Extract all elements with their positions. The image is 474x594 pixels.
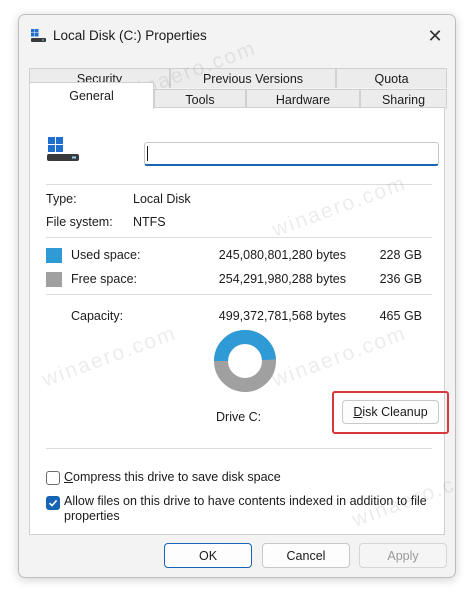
file-system-value: NTFS <box>133 215 166 229</box>
tab-label: Hardware <box>275 93 331 107</box>
capacity-label: Capacity: <box>71 309 124 323</box>
index-label-line1[interactable]: Allow files on this drive to have conten… <box>64 494 427 508</box>
ok-button[interactable]: OK <box>164 543 252 568</box>
tab-general[interactable]: General <box>29 82 154 109</box>
apply-button[interactable]: Apply <box>359 543 447 568</box>
drive-name-input[interactable] <box>144 142 439 166</box>
tab-quota[interactable]: Quota <box>336 68 447 88</box>
free-space-label: Free space: <box>71 272 138 286</box>
free-space-size: 236 GB <box>379 272 422 286</box>
compress-text: Compress this drive to save disk space <box>64 470 281 484</box>
general-panel: Type: Local Disk File system: NTFS Used … <box>29 107 449 535</box>
used-space-label: Used space: <box>71 248 141 262</box>
hard-drive-icon <box>47 137 79 161</box>
tab-hardware[interactable]: Hardware <box>246 89 360 109</box>
drive-label: Drive C: <box>216 410 262 424</box>
window-title: Local Disk (C:) Properties <box>53 28 207 43</box>
compress-label[interactable]: Compress this drive to save disk space <box>64 470 281 484</box>
divider <box>46 184 432 185</box>
capacity-size: 465 GB <box>379 309 422 323</box>
cancel-button[interactable]: Cancel <box>262 543 350 568</box>
close-icon: ✕ <box>427 26 443 46</box>
tab-label: Tools <box>185 93 215 107</box>
file-system-label: File system: <box>46 215 113 229</box>
type-value: Local Disk <box>133 192 191 206</box>
tab-tools[interactable]: Tools <box>154 89 246 109</box>
tab-label: Quota <box>374 72 409 86</box>
free-space-bytes: 254,291,980,288 bytes <box>218 272 346 286</box>
drive-icon <box>31 29 46 42</box>
text-caret <box>147 146 148 161</box>
tab-strip: Security Previous Versions Quota General… <box>29 61 447 109</box>
used-space-bytes: 245,080,801,280 bytes <box>218 248 346 262</box>
used-space-swatch <box>46 248 62 263</box>
capacity-bytes: 499,372,781,568 bytes <box>218 309 346 323</box>
free-space-swatch <box>46 272 62 287</box>
properties-window: Local Disk (C:) Properties ✕ Security Pr… <box>18 14 456 578</box>
tab-sharing[interactable]: Sharing <box>360 89 447 109</box>
close-button[interactable]: ✕ <box>423 24 447 48</box>
checkmark-icon <box>48 499 58 507</box>
index-checkbox[interactable] <box>46 496 60 510</box>
tab-label: Sharing <box>381 93 426 107</box>
tab-label: Previous Versions <box>202 72 304 86</box>
title-bar[interactable]: Local Disk (C:) Properties ✕ <box>19 15 455 57</box>
divider <box>46 294 432 295</box>
disk-cleanup-label: Disk Cleanup <box>353 405 428 419</box>
divider <box>46 237 432 238</box>
usage-donut-chart <box>214 330 276 392</box>
disk-cleanup-button[interactable]: Disk Cleanup <box>342 400 439 424</box>
divider <box>46 448 432 449</box>
index-label-line2[interactable]: properties <box>64 509 120 523</box>
compress-checkbox[interactable] <box>46 471 60 485</box>
type-label: Type: <box>46 192 77 206</box>
used-space-size: 228 GB <box>379 248 422 262</box>
tab-previous-versions[interactable]: Previous Versions <box>170 68 336 88</box>
tab-label: General <box>69 89 114 103</box>
